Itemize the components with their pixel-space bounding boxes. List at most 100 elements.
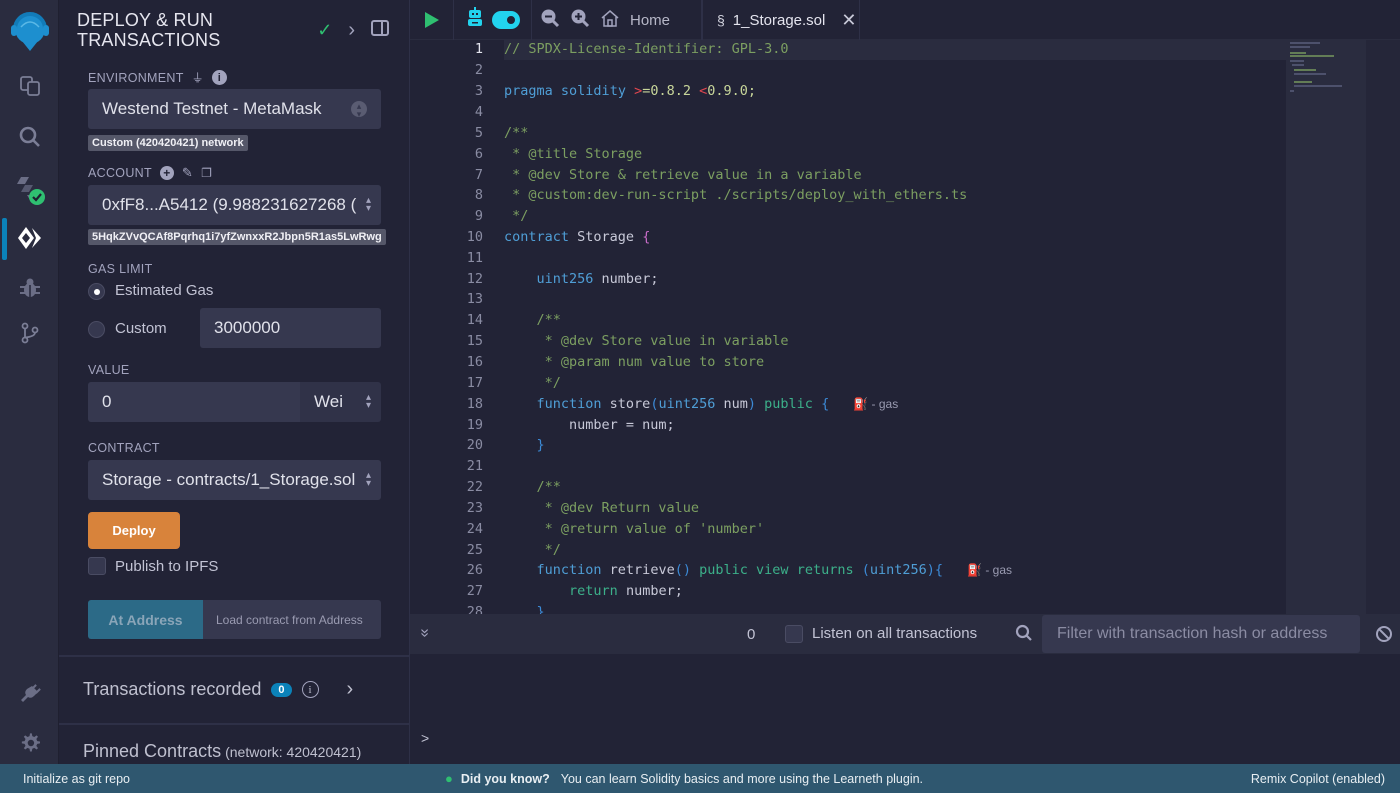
line-number: 2 [474,62,483,78]
search-icon[interactable] [0,117,59,157]
home-tab[interactable]: Home [532,0,702,40]
info-circle-icon[interactable]: i [301,681,319,698]
code-line: } [536,604,545,614]
copy-icon[interactable]: ❐ [201,166,212,180]
code-area[interactable]: // SPDX-License-Identifier: GPL-3.0 prag… [504,40,1286,614]
line-number: 7 [474,167,483,183]
zoom-in-icon[interactable] [570,8,590,32]
value-amount-input[interactable]: 0 [88,382,300,422]
code-line: // SPDX-License-Identifier: GPL-3.0 [504,41,789,57]
terminal-output[interactable]: > [410,654,1400,764]
icon-panel [0,0,59,764]
zoom-out-icon[interactable] [540,8,560,32]
transactions-count-badge: 0 [271,682,292,697]
account-label-text: ACCOUNT [88,166,152,180]
search-icon[interactable] [1015,624,1033,647]
settings-gear-icon[interactable] [0,723,59,763]
code-line: * @custom:dev-run-script ./scripts/deplo… [504,187,968,203]
environment-select[interactable]: Westend Testnet - MetaMask ▴ ▾ [88,89,381,129]
code-line: /** [504,125,529,141]
minimap[interactable] [1286,40,1366,614]
line-number: 26 [466,562,483,578]
debugger-icon[interactable] [0,268,59,308]
edit-icon[interactable]: ✎ [182,165,193,181]
contract-select[interactable]: Storage - contracts/1_Storage.sol ▴ ▾ [88,460,381,500]
init-git-repo-button[interactable]: Initialize as git repo [23,772,130,786]
line-number: 28 [466,604,483,614]
transactions-recorded-header[interactable]: Transactions recorded 0 i › [83,678,353,701]
editor-scrollbar[interactable] [1366,40,1400,614]
account-select[interactable]: 0xfF8...A5412 (9.988231627268 ( ▴ ▾ [88,185,381,225]
deploy-button[interactable]: Deploy [88,512,180,549]
pinned-contracts-header[interactable]: Pinned Contracts (network: 420420421) [83,741,361,762]
line-number: 23 [466,500,483,516]
copilot-status[interactable]: Remix Copilot (enabled) [1251,772,1385,786]
value-unit-select[interactable]: Wei ▴ ▾ [300,382,381,422]
terminal-prompt[interactable]: > [421,730,429,746]
divider [59,655,409,657]
tab-1-storage-sol[interactable]: § 1_Storage.sol ✕ [702,0,860,40]
collapse-terminal-icon[interactable]: » [415,629,433,638]
toggle-panel-icon[interactable] [371,20,389,41]
select-arrows-icon: ▴ ▾ [365,195,371,214]
git-icon[interactable] [0,313,59,353]
line-number-gutter: 1 2 3 4 5 6 7 8 9 10 11 12 13 14 15 16 17 18 19 20 21 22 23 24 2… [410,40,503,614]
plugin-manager-icon[interactable] [0,674,59,714]
value-amount: 0 [102,392,112,411]
add-account-icon[interactable]: + [159,166,174,180]
copilot-toggle[interactable] [491,11,520,29]
robot-icon [466,6,484,34]
select-arrows-icon: ▴ ▾ [365,470,371,489]
value-unit: Wei [314,392,343,411]
environment-label-text: ENVIRONMENT [88,70,184,85]
close-tab-icon[interactable]: ✕ [841,10,856,31]
account-label: ACCOUNT + ✎ ❐ [88,165,212,181]
code-line: * @dev Return value [504,500,700,516]
select-arrows-icon: ▴ ▾ [365,392,371,411]
pinned-contracts-network: (network: 420420421) [225,743,362,760]
panel-title: DEPLOY & RUN TRANSACTIONS [77,10,221,50]
line-number: 21 [466,458,483,474]
solidity-compiler-icon[interactable] [0,170,59,210]
chevron-right-icon[interactable]: › [348,19,355,42]
line-number: 22 [466,479,483,495]
code-editor[interactable]: 1 2 3 4 5 6 7 8 9 10 11 12 13 14 15 16 17 18 19 20 21 22 23 24 2… [410,40,1400,614]
estimated-gas-radio[interactable] [88,283,105,300]
gas-limit-label: GAS LIMIT [88,262,153,276]
custom-gas-radio[interactable] [88,321,105,338]
remix-logo-icon[interactable] [0,10,59,54]
at-address-button[interactable]: At Address [88,600,203,639]
home-icon [600,9,620,31]
publish-ipfs-checkbox[interactable] [88,557,106,575]
info-icon[interactable]: i [211,70,227,85]
line-number: 25 [466,542,483,558]
tip-title: Did you know? [460,771,550,786]
line-number: 8 [474,187,483,203]
code-line: function retrieve() public view returns … [536,562,1013,578]
at-address-group: At Address Load contract from Address [88,600,381,639]
play-icon [424,12,439,28]
run-script-button[interactable] [410,0,454,40]
tip-text: You can learn Solidity basics and more u… [560,771,924,786]
listen-all-checkbox[interactable] [785,625,803,643]
contract-value: Storage - contracts/1_Storage.sol [102,470,356,489]
chevron-right-icon[interactable]: › [347,678,354,701]
terminal-toolbar: » 0 Listen on all transactions [410,614,1400,654]
code-line: * @param num value to store [504,354,765,370]
line-number: 17 [466,375,483,391]
custom-gas-input[interactable]: 3000000 [200,308,381,348]
load-contract-address-input[interactable]: Load contract from Address [203,600,381,639]
line-number: 10 [466,229,483,245]
contract-label: CONTRACT [88,441,160,455]
tab-label: 1_Storage.sol [732,11,826,29]
environment-value: Westend Testnet - MetaMask [102,99,322,118]
transaction-filter-input[interactable] [1042,615,1360,653]
line-number: 19 [466,417,483,433]
copilot-controls [454,0,532,40]
code-line: * @dev Store value in variable [504,333,789,349]
file-explorer-icon[interactable] [0,66,59,106]
clear-console-icon[interactable] [1375,625,1393,648]
deploy-run-icon[interactable] [0,218,59,258]
substrate-address-tag: 5HqkZVvQCAf8Pqrhq1i7yfZwnxxR2Jbpn5R1as5L… [88,229,386,245]
pinned-contracts-label: Pinned Contracts [83,741,222,761]
